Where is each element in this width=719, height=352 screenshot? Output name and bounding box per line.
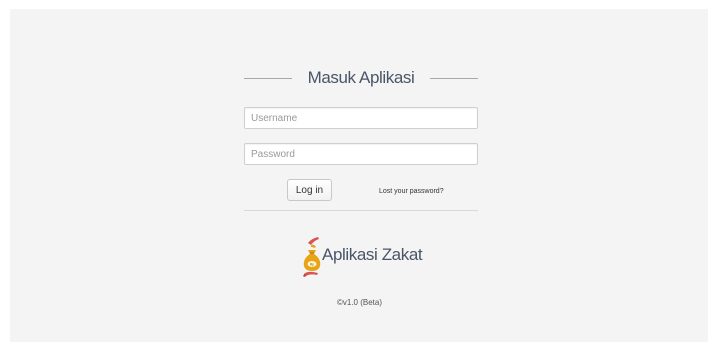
version-label: ©v1.0 (Beta) <box>336 298 383 307</box>
login-heading: Masuk Aplikasi <box>244 66 478 90</box>
brand-name: Aplikasi Zakat <box>322 245 423 264</box>
money-bag-hands-icon: Rp <box>303 237 321 277</box>
heading-divider-right <box>430 78 478 79</box>
login-panel <box>10 9 708 342</box>
lost-password-link[interactable]: Lost your password? <box>379 187 444 197</box>
password-input[interactable] <box>244 143 478 165</box>
login-button[interactable]: Log in <box>287 179 332 201</box>
svg-text:Rp: Rp <box>310 263 315 267</box>
section-divider <box>244 210 478 211</box>
brand: Rp Aplikasi Zakat <box>302 235 432 279</box>
username-input[interactable] <box>244 107 478 129</box>
